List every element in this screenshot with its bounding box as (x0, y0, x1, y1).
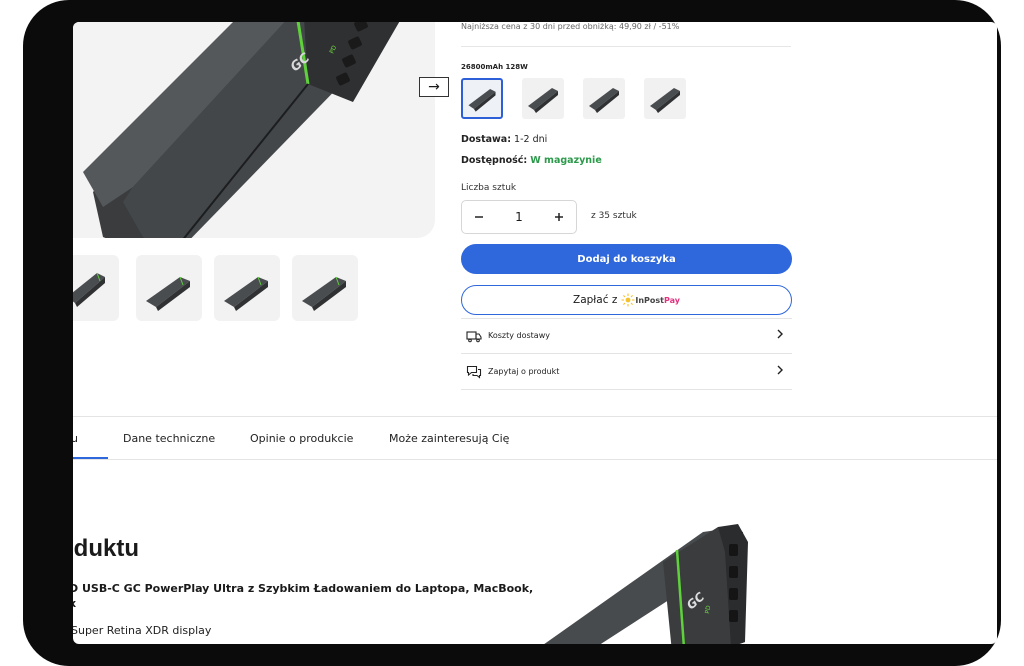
availability-info: Dostępność: W magazynie (461, 155, 602, 166)
tab-technical-data[interactable]: Dane techniczne (123, 432, 215, 445)
quantity-input[interactable]: 1 (496, 210, 542, 224)
screen: PD GC → Najniższa cena z 30 dni przed ob… (73, 22, 997, 644)
divider (461, 389, 792, 390)
tab-reviews[interactable]: Opinie o produkcie (250, 432, 353, 445)
powerbank-thumb-image (302, 276, 346, 311)
description-subtitle: D USB-C GC PowerPlay Ultra z Szybkim Ład… (73, 582, 534, 595)
availability-value: W magazynie (530, 155, 602, 166)
powerbank-thumb-image (73, 272, 105, 307)
quantity-decrement-button[interactable] (462, 200, 496, 234)
description-product-image: PD GC (544, 524, 748, 644)
product-main-image[interactable]: PD GC (73, 22, 435, 238)
gallery-next-button[interactable]: → (419, 77, 449, 97)
pay-label: Zapłać z (573, 294, 618, 306)
powerbank-variant-image (650, 88, 680, 113)
shipping-cost-label: Koszty dostawy (488, 331, 550, 340)
delivery-info: Dostawa: 1-2 dni (461, 134, 547, 145)
description-text: Super Retina XDR display (73, 624, 212, 637)
quantity-increment-button[interactable] (542, 200, 576, 234)
inpost-sun-icon (621, 293, 635, 307)
plus-icon (555, 213, 563, 221)
ask-about-product-label: Zapytaj o produkt (488, 367, 560, 376)
chat-icon (466, 365, 482, 379)
powerbank-variant-image (528, 88, 558, 113)
gallery-thumbnail[interactable] (292, 255, 358, 321)
powerbank-image: PD GC (83, 22, 400, 238)
gallery-thumbnail[interactable] (73, 255, 119, 321)
inpost-pay-button[interactable]: Zapłać z InPost Pay (461, 285, 792, 315)
powerbank-thumb-image (146, 276, 190, 311)
availability-label: Dostępność: (461, 155, 528, 166)
delivery-value: 1-2 dni (514, 134, 548, 145)
minus-icon (475, 216, 483, 218)
shipping-cost-row[interactable]: Koszty dostawy (461, 318, 792, 353)
tabs-border-bottom (73, 459, 997, 460)
powerbank-thumb-image (224, 276, 268, 311)
description-subtitle-continued: x (73, 597, 76, 610)
chevron-right-icon (776, 329, 784, 342)
variant-option[interactable] (644, 78, 686, 119)
variant-option[interactable] (522, 78, 564, 119)
powerbank-variant-image (589, 88, 619, 113)
powerbank-variant-image (468, 89, 496, 112)
tabs-border-top (73, 416, 997, 417)
inpost-brand-text: InPost (635, 295, 664, 305)
variant-option-selected[interactable] (461, 78, 503, 119)
description-title: oduktu (73, 535, 139, 562)
variant-label: 26800mAh 128W (461, 63, 528, 71)
tab-recommended[interactable]: Może zainteresują Cię (389, 432, 509, 445)
delivery-label: Dostawa: (461, 134, 512, 145)
chevron-right-icon (776, 365, 784, 378)
svg-text:PD: PD (704, 605, 712, 615)
variant-option[interactable] (583, 78, 625, 119)
quantity-stepper: 1 (461, 200, 577, 234)
ask-about-product-row[interactable]: Zapytaj o produkt (461, 354, 792, 389)
stock-note: z 35 sztuk (591, 211, 637, 221)
inpost-pay-text: Pay (663, 295, 680, 305)
add-to-cart-label: Dodaj do koszyka (577, 253, 676, 265)
tab-description[interactable]: u (73, 432, 78, 445)
gallery-thumbnail[interactable] (136, 255, 202, 321)
arrow-right-icon: → (428, 79, 440, 95)
quantity-label: Liczba sztuk (461, 183, 517, 193)
tablet-frame: PD GC → Najniższa cena z 30 dni przed ob… (23, 0, 1001, 666)
add-to-cart-button[interactable]: Dodaj do koszyka (461, 244, 792, 274)
truck-icon (466, 330, 482, 342)
divider (461, 46, 791, 47)
lowest-price-note: Najniższa cena z 30 dni przed obniżką: 4… (461, 22, 680, 31)
gallery-thumbnail[interactable] (214, 255, 280, 321)
inpost-pay-logo: InPost Pay (621, 293, 680, 307)
